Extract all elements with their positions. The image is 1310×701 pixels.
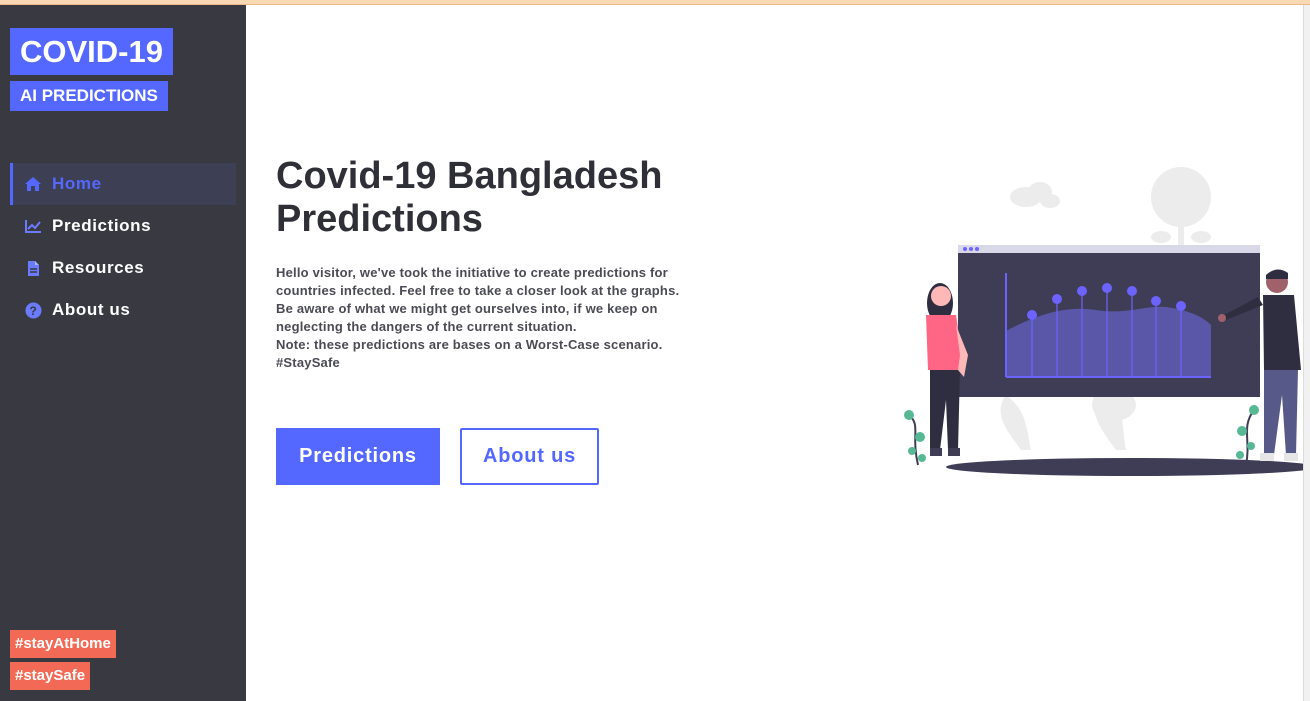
file-icon — [24, 259, 42, 277]
sidebar: COVID-19 AI PREDICTIONS Home Predictions… — [0, 5, 246, 701]
tag-stay-at-home: #stayAtHome — [10, 630, 116, 658]
presentation-board — [958, 245, 1260, 397]
sidebar-nav: Home Predictions Resources ? About us — [10, 163, 236, 331]
nav-item-about-us[interactable]: ? About us — [10, 289, 236, 331]
svg-text:?: ? — [29, 304, 37, 318]
logo-subtitle[interactable]: AI PREDICTIONS — [10, 81, 168, 111]
intro-text: Hello visitor, we've took the initiative… — [276, 264, 686, 372]
nav-item-home[interactable]: Home — [10, 163, 236, 205]
nav-item-label: Predictions — [52, 216, 152, 235]
tag-stay-safe: #staySafe — [10, 662, 91, 690]
question-circle-icon: ? — [24, 301, 42, 319]
page-title: Covid-19 Bangladesh Predictions — [276, 155, 663, 240]
nav-item-label: About us — [52, 300, 131, 319]
chart-line-icon — [24, 217, 42, 235]
intro-paragraph: Be aware of what we might get ourselves … — [276, 301, 658, 334]
home-icon — [24, 175, 42, 193]
presentation-illustration — [904, 167, 1303, 476]
plant-right — [1236, 405, 1259, 466]
nav-item-label: Resources — [52, 258, 145, 277]
main-content: Covid-19 Bangladesh Predictions Hello vi… — [246, 5, 1303, 701]
logo-title[interactable]: COVID-19 — [10, 28, 173, 75]
page-scrollbar[interactable] — [1303, 5, 1310, 701]
predictions-button[interactable]: Predictions — [276, 428, 440, 485]
plant-left — [904, 410, 926, 466]
ground-shadow — [946, 458, 1303, 476]
nav-item-resources[interactable]: Resources — [10, 247, 236, 289]
intro-paragraph: Hello visitor, we've took the initiative… — [276, 265, 680, 298]
nav-item-predictions[interactable]: Predictions — [10, 205, 236, 247]
intro-paragraph: Note: these predictions are bases on a W… — [276, 337, 663, 352]
nav-item-label: Home — [52, 174, 102, 193]
about-us-button[interactable]: About us — [460, 428, 599, 485]
intro-hashtag: #StaySafe — [276, 355, 340, 370]
